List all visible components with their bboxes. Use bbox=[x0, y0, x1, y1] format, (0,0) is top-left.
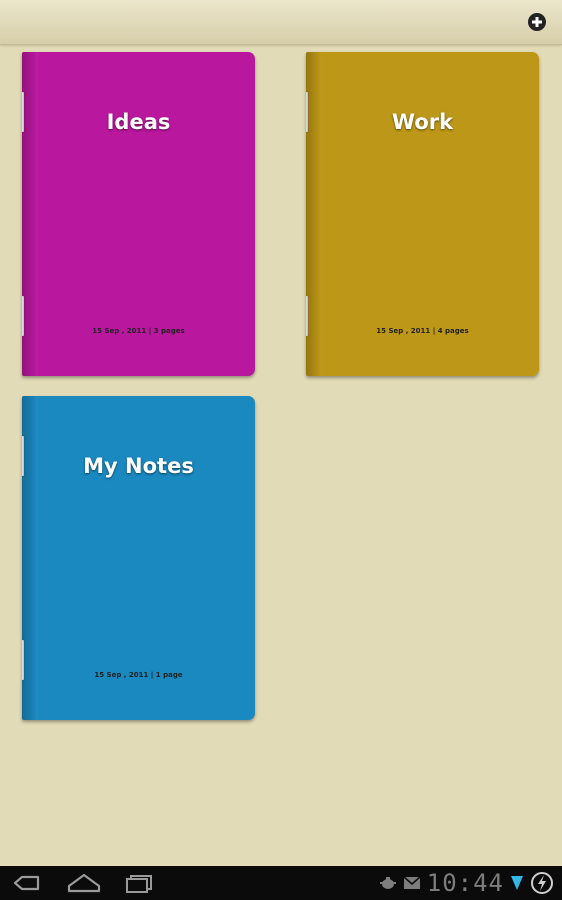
status-clock: 10:44 bbox=[426, 869, 504, 897]
status-area[interactable]: 10:44 bbox=[379, 866, 554, 900]
notebook-meta: 15 Sep , 2011 | 1 page bbox=[94, 671, 183, 679]
battery-charging-icon bbox=[531, 872, 553, 894]
recent-apps-icon bbox=[126, 875, 152, 893]
system-navigation-bar: 10:44 bbox=[0, 866, 562, 900]
usb-debug-icon bbox=[379, 877, 396, 889]
home-icon bbox=[67, 873, 101, 893]
wifi-signal-icon bbox=[511, 876, 523, 890]
notebook-my-notes[interactable]: My Notes 15 Sep , 2011 | 1 page bbox=[22, 396, 255, 720]
recent-apps-button[interactable] bbox=[120, 866, 160, 900]
add-notebook-button[interactable] bbox=[528, 13, 546, 31]
home-button[interactable] bbox=[64, 866, 104, 900]
notebook-title: My Notes bbox=[83, 454, 194, 478]
action-bar bbox=[0, 0, 562, 45]
back-button[interactable] bbox=[8, 866, 48, 900]
mail-icon bbox=[403, 876, 421, 889]
back-icon bbox=[13, 875, 40, 891]
notebook-title: Ideas bbox=[106, 110, 171, 134]
notebook-title: Work bbox=[391, 110, 454, 134]
notebook-work[interactable]: Work 15 Sep , 2011 | 4 pages bbox=[306, 52, 539, 376]
notebook-ideas[interactable]: Ideas 15 Sep , 2011 | 3 pages bbox=[22, 52, 255, 376]
notebooks-screen: Ideas 15 Sep , 2011 | 3 pages Work 15 Se… bbox=[0, 0, 562, 900]
notebook-meta: 15 Sep , 2011 | 4 pages bbox=[376, 327, 469, 335]
notebook-meta: 15 Sep , 2011 | 3 pages bbox=[92, 327, 185, 335]
